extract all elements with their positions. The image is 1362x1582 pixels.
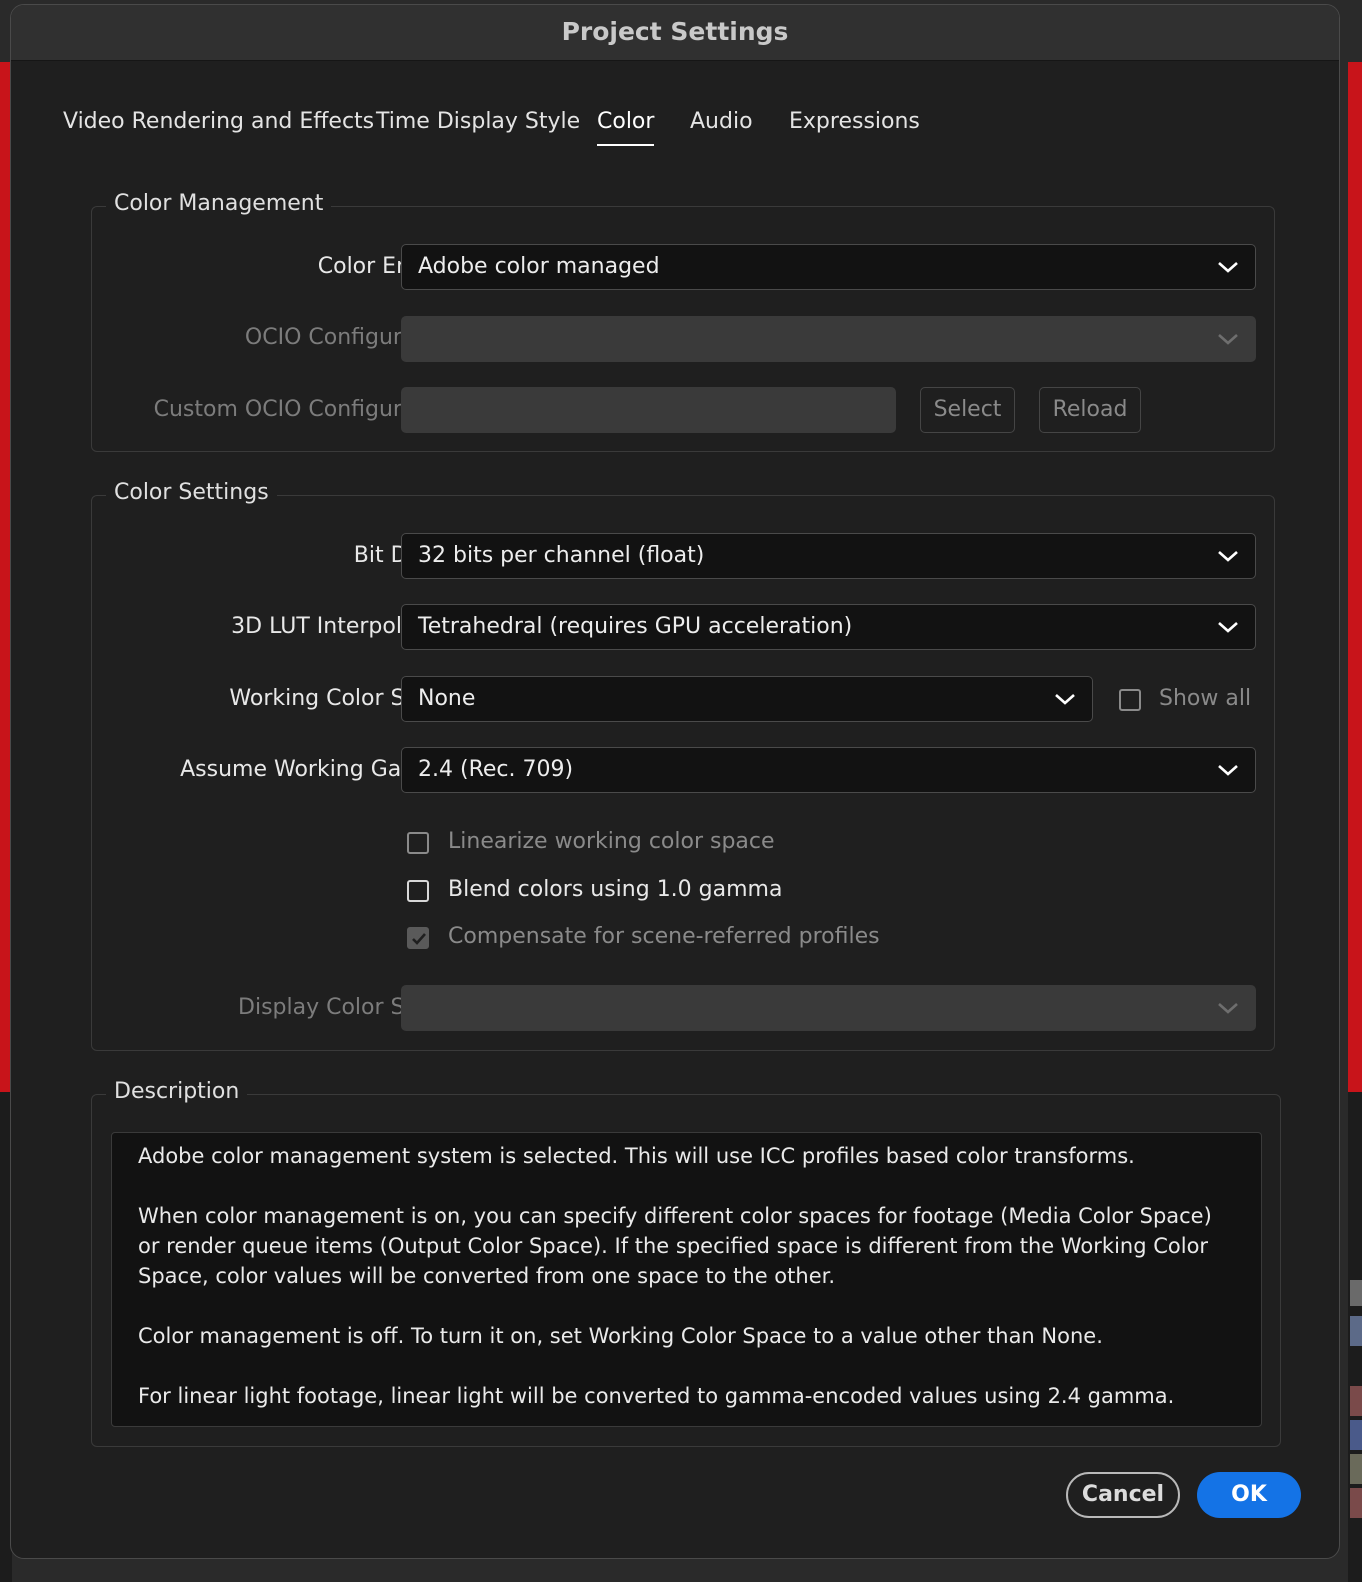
- background-layer-swatch: [1350, 1280, 1362, 1306]
- working-color-space-dropdown[interactable]: None: [401, 676, 1093, 722]
- linearize-checkbox[interactable]: [407, 832, 429, 854]
- chevron-down-icon: [1218, 1003, 1238, 1014]
- color-engine-dropdown[interactable]: Adobe color managed: [401, 244, 1256, 290]
- tab-time-display-style[interactable]: Time Display Style: [376, 109, 580, 144]
- description-group: Description Adobe color management syste…: [91, 1079, 1281, 1447]
- description-paragraph: Adobe color management system is selecte…: [138, 1144, 1135, 1168]
- chevron-down-icon: [1218, 551, 1238, 562]
- description-text-box: Adobe color management system is selecte…: [111, 1132, 1262, 1427]
- background-layer-swatch: [1350, 1420, 1362, 1450]
- ocio-configuration-dropdown[interactable]: [401, 316, 1256, 362]
- dialog-title: Project Settings: [11, 5, 1339, 61]
- background-layer-swatch: [1350, 1454, 1362, 1484]
- show-all-label: Show all: [1159, 686, 1252, 711]
- background-layer-swatch: [1350, 1316, 1362, 1346]
- assume-working-gamma-value: 2.4 (Rec. 709): [418, 757, 574, 782]
- cancel-button[interactable]: Cancel: [1066, 1472, 1180, 1518]
- chevron-down-icon: [1218, 262, 1238, 273]
- description-paragraph: Color management is off. To turn it on, …: [138, 1324, 1103, 1348]
- compensate-checkbox[interactable]: [407, 927, 429, 949]
- linearize-label: Linearize working color space: [448, 829, 775, 854]
- compensate-label: Compensate for scene-referred profiles: [448, 924, 880, 949]
- description-paragraph: For linear light footage, linear light w…: [138, 1384, 1175, 1408]
- lut-interpolation-value: Tetrahedral (requires GPU acceleration): [418, 614, 853, 639]
- working-color-space-value: None: [418, 686, 476, 711]
- background-layer-swatch: [1350, 1488, 1362, 1518]
- color-settings-group: Color Settings Bit Depth: 3D LUT Interpo…: [91, 480, 1275, 1051]
- blend-gamma-checkbox[interactable]: [407, 880, 429, 902]
- tab-audio[interactable]: Audio: [690, 109, 753, 144]
- bit-depth-dropdown[interactable]: 32 bits per channel (float): [401, 533, 1256, 579]
- blend-gamma-label: Blend colors using 1.0 gamma: [448, 877, 783, 902]
- ok-button[interactable]: OK: [1197, 1472, 1301, 1518]
- chevron-down-icon: [1218, 765, 1238, 776]
- chevron-down-icon: [1218, 334, 1238, 345]
- tab-expressions[interactable]: Expressions: [789, 109, 920, 144]
- color-engine-value: Adobe color managed: [418, 254, 660, 279]
- tab-video-rendering[interactable]: Video Rendering and Effects: [63, 109, 374, 144]
- chevron-down-icon: [1218, 622, 1238, 633]
- assume-working-gamma-dropdown[interactable]: 2.4 (Rec. 709): [401, 747, 1256, 793]
- project-settings-dialog: Project Settings Video Rendering and Eff…: [10, 4, 1340, 1559]
- reload-button[interactable]: Reload: [1039, 387, 1141, 433]
- background-layer-swatch: [1350, 1386, 1362, 1416]
- select-button[interactable]: Select: [920, 387, 1015, 433]
- chevron-down-icon: [1055, 694, 1075, 705]
- show-all-checkbox[interactable]: [1119, 689, 1141, 711]
- bit-depth-value: 32 bits per channel (float): [418, 543, 705, 568]
- display-color-space-dropdown[interactable]: [401, 985, 1256, 1031]
- lut-interpolation-dropdown[interactable]: Tetrahedral (requires GPU acceleration): [401, 604, 1256, 650]
- description-paragraph: When color management is on, you can spe…: [138, 1204, 1212, 1288]
- background-app-edge-right: [1348, 62, 1362, 1092]
- color-management-group: Color Management Color Engine: OCIO Conf…: [91, 191, 1275, 452]
- checkmark-icon: [412, 933, 426, 945]
- description-legend: Description: [106, 1079, 248, 1104]
- tab-color[interactable]: Color: [597, 109, 655, 146]
- custom-ocio-configuration-field[interactable]: [401, 387, 896, 433]
